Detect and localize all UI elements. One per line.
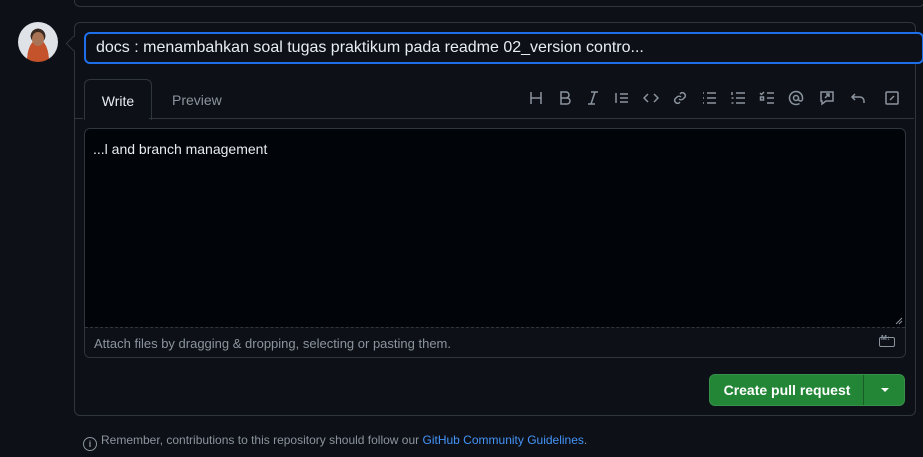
avatar-face [32,32,44,46]
ordered-list-icon[interactable] [730,90,748,108]
task-list-icon[interactable] [759,90,777,108]
resize-grip-icon[interactable] [895,317,903,325]
pr-title-input[interactable]: docs : menambahkan soal tugas praktikum … [84,32,923,64]
heading-icon[interactable] [528,90,546,108]
fullscreen-icon[interactable] [884,90,902,108]
pr-body-text[interactable]: ...l and branch management [93,141,267,157]
info-icon: i [83,437,97,451]
note-text: Remember, contributions to this reposito… [101,433,420,447]
quote-icon[interactable] [614,90,632,108]
contribution-note: i Remember, contributions to this reposit… [83,432,587,451]
code-icon[interactable] [642,90,661,108]
tab-write[interactable]: Write [84,79,152,120]
tab-divider-left [75,118,83,119]
undo-icon[interactable] [850,90,868,108]
previous-box-edge [74,0,923,7]
italic-icon[interactable] [585,90,603,108]
create-pr-options-dropdown[interactable] [864,375,904,405]
bold-icon[interactable] [557,90,575,108]
tab-preview[interactable]: Preview [156,79,238,119]
create-pull-request-button-group: Create pull request [709,374,905,406]
unordered-list-icon[interactable] [701,90,719,108]
note-end: . [583,433,588,447]
reference-icon[interactable] [819,90,837,108]
attach-files-text[interactable]: Attach files by dragging & dropping, sel… [94,336,451,351]
mention-icon[interactable] [788,90,806,108]
community-guidelines-link[interactable]: GitHub Community Guidelines [423,433,584,447]
pr-body-textarea[interactable]: ...l and branch management Attach files … [84,128,906,358]
link-icon[interactable] [672,90,690,108]
create-pull-request-button[interactable]: Create pull request [710,375,864,405]
attach-files-bar[interactable]: Attach files by dragging & dropping, sel… [85,327,905,357]
user-avatar[interactable] [18,22,58,62]
markdown-icon[interactable] [879,335,895,347]
tab-divider [149,118,914,119]
